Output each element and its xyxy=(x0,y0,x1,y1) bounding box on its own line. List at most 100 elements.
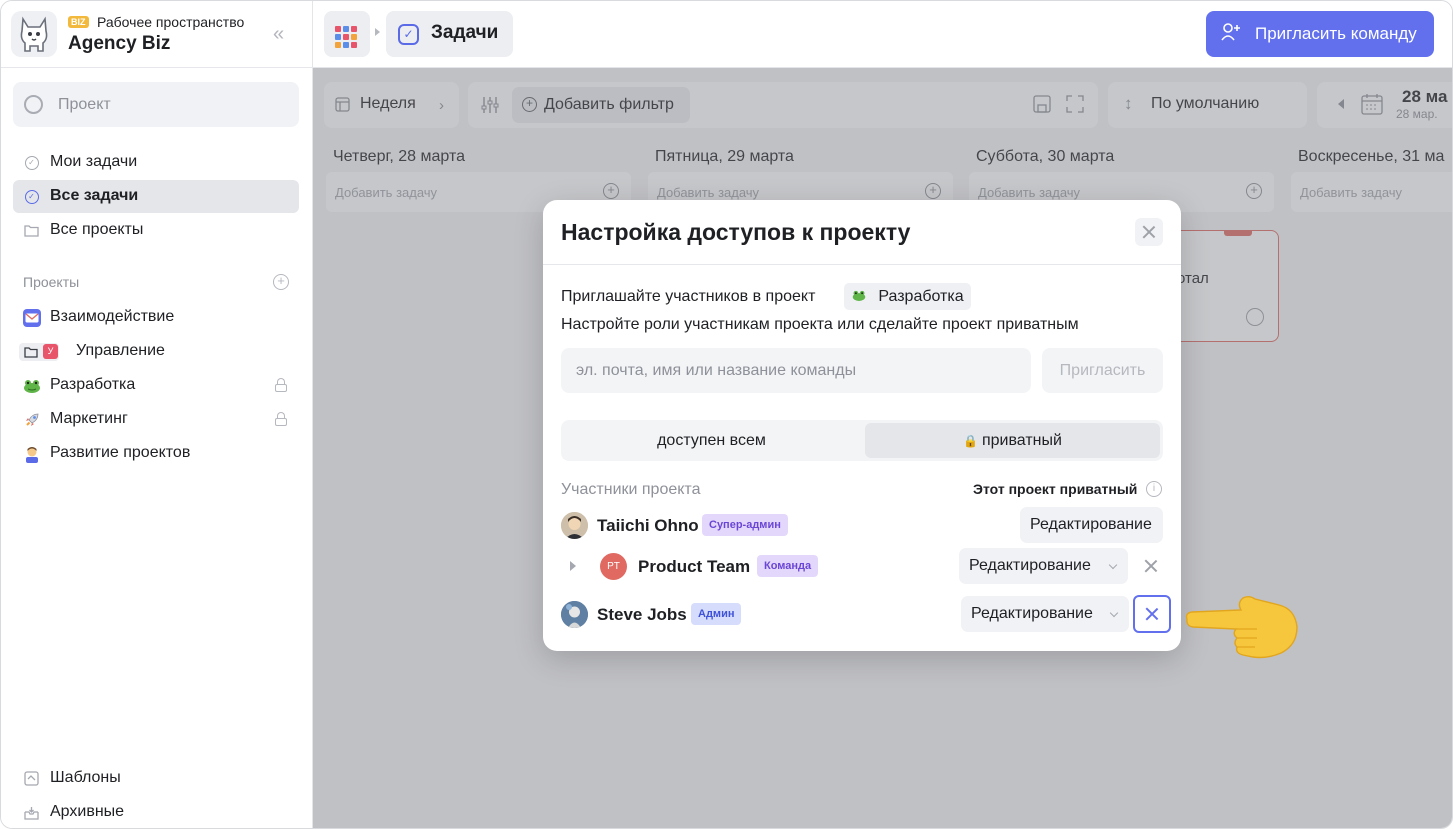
workspace-logo xyxy=(11,11,57,57)
close-icon xyxy=(1142,225,1156,239)
access-toggle: доступен всем 🔒 приватный xyxy=(561,420,1163,461)
pointing-hand-icon xyxy=(1185,596,1298,659)
top-bar: ✓ Задачи Пригласить команду xyxy=(313,1,1452,68)
project-label: Маркетинг xyxy=(50,410,128,427)
apps-menu-button[interactable] xyxy=(324,11,370,57)
workspace-plan-badge: BIZ xyxy=(68,16,89,28)
project-label: Развитие проектов xyxy=(50,444,191,461)
avatar xyxy=(561,601,588,628)
project-sub-badge: У xyxy=(43,344,58,359)
role-badge: Админ xyxy=(691,603,742,625)
invite-email-input[interactable] xyxy=(561,348,1031,393)
breadcrumb-separator-icon xyxy=(375,28,380,36)
sidebar-project-growth[interactable]: Развитие проектов xyxy=(13,437,299,470)
nav-label: Все проекты xyxy=(50,221,144,238)
project-search[interactable]: Проект xyxy=(13,82,299,127)
info-icon[interactable]: i xyxy=(1146,481,1162,497)
remove-member-button[interactable] xyxy=(1133,548,1169,584)
nav-my-tasks[interactable]: ✓ Мои задачи xyxy=(13,146,299,179)
permission-label: Редактирование xyxy=(1020,507,1163,543)
modal-divider xyxy=(543,264,1181,265)
person-icon xyxy=(23,445,41,463)
projects-section-title: Проекты xyxy=(23,274,80,290)
project-chip: Разработка xyxy=(844,283,971,310)
nav-all-projects[interactable]: Все проекты xyxy=(13,214,299,247)
workspace-caption: Рабочее пространство xyxy=(97,14,245,30)
page-title: Задачи xyxy=(431,22,499,43)
sidebar-project-development[interactable]: Разработка xyxy=(13,369,299,402)
sidebar-project-marketing[interactable]: Маркетинг xyxy=(13,403,299,436)
workspace-name: Agency Biz xyxy=(68,33,171,54)
modal-title: Настройка доступов к проекту xyxy=(561,219,911,245)
nav-label: Архивные xyxy=(50,803,125,820)
private-note: Этот проект приватный xyxy=(973,481,1138,497)
team-avatar: PT xyxy=(600,553,627,580)
invite-description: Приглашайте участников в проект xyxy=(561,288,816,305)
project-label: Взаимодействие xyxy=(50,308,175,325)
chevron-down-icon xyxy=(1109,608,1119,618)
breadcrumb-tasks[interactable]: ✓ Задачи xyxy=(386,11,513,57)
sidebar-project-management[interactable]: У Управление xyxy=(13,335,299,368)
envelope-icon xyxy=(23,309,41,327)
access-private-option[interactable]: 🔒 приватный xyxy=(865,423,1160,458)
project-access-modal: Настройка доступов к проекту Приглашайте… xyxy=(543,200,1181,651)
frog-icon xyxy=(852,290,869,304)
remove-member-button[interactable] xyxy=(1133,595,1171,633)
permission-value: Редактирование xyxy=(969,557,1091,574)
frog-icon xyxy=(23,377,41,395)
access-option-label: доступен всем xyxy=(657,432,766,449)
chevron-down-icon xyxy=(1108,560,1118,570)
member-name: Steve Jobs xyxy=(597,605,687,624)
members-title: Участники проекта xyxy=(561,481,701,498)
search-icon xyxy=(24,95,43,114)
add-user-icon xyxy=(1221,23,1241,46)
permission-value: Редактирование xyxy=(971,605,1093,622)
sidebar-project-interaction[interactable]: Взаимодействие xyxy=(13,301,299,334)
lock-icon xyxy=(275,378,287,392)
invite-button[interactable]: Пригласить xyxy=(1042,348,1163,393)
check-circle-icon: ✓ xyxy=(24,189,39,204)
lock-icon: 🔒 xyxy=(963,434,978,448)
nav-label: Все задачи xyxy=(50,187,139,204)
add-project-icon[interactable]: + xyxy=(273,274,289,290)
project-chip-label: Разработка xyxy=(878,288,964,305)
task-check-icon: ✓ xyxy=(398,24,419,45)
search-placeholder: Проект xyxy=(58,96,111,113)
member-name: Product Team xyxy=(638,557,751,576)
access-option-label: приватный xyxy=(981,432,1062,449)
role-badge: Команда xyxy=(757,555,819,577)
nav-label: Шаблоны xyxy=(50,769,121,786)
expand-team-icon[interactable] xyxy=(570,561,576,571)
role-badge: Супер-админ xyxy=(702,514,788,536)
nav-label: Мои задачи xyxy=(50,153,138,170)
permission-dropdown[interactable]: Редактирование xyxy=(959,548,1128,584)
archive-icon xyxy=(24,805,39,820)
rocket-icon xyxy=(23,411,41,429)
avatar xyxy=(561,512,588,539)
workspace-switcher[interactable]: BIZ Рабочее пространство Agency Biz « xyxy=(11,11,306,57)
nav-templates[interactable]: Шаблоны xyxy=(13,762,299,795)
project-label: Разработка xyxy=(50,376,136,393)
sidebar: BIZ Рабочее пространство Agency Biz « Пр… xyxy=(1,1,313,828)
nav-archive[interactable]: Архивные xyxy=(13,796,299,828)
check-circle-icon: ✓ xyxy=(24,155,39,170)
roles-description: Настройте роли участникам проекта или сд… xyxy=(561,316,1079,333)
close-icon xyxy=(1144,559,1158,573)
invite-team-label: Пригласить команду xyxy=(1255,24,1417,43)
nav-all-tasks[interactable]: ✓ Все задачи xyxy=(13,180,299,213)
app-window: BIZ Рабочее пространство Agency Biz « Пр… xyxy=(0,0,1453,829)
collapse-sidebar-icon[interactable]: « xyxy=(273,23,284,46)
close-icon xyxy=(1145,607,1159,621)
close-modal-button[interactable] xyxy=(1135,218,1163,246)
folder-icon xyxy=(24,223,39,238)
invite-team-button[interactable]: Пригласить команду xyxy=(1206,11,1434,57)
sidebar-divider xyxy=(1,67,313,68)
access-public-option[interactable]: доступен всем xyxy=(564,423,859,458)
folder-icon: У xyxy=(19,343,59,361)
member-name: Taiichi Ohno xyxy=(597,516,699,535)
permission-dropdown[interactable]: Редактирование xyxy=(961,596,1129,632)
templates-icon xyxy=(24,771,39,786)
lock-icon xyxy=(275,412,287,426)
project-label: Управление xyxy=(76,342,165,359)
apps-grid-icon xyxy=(335,26,357,48)
